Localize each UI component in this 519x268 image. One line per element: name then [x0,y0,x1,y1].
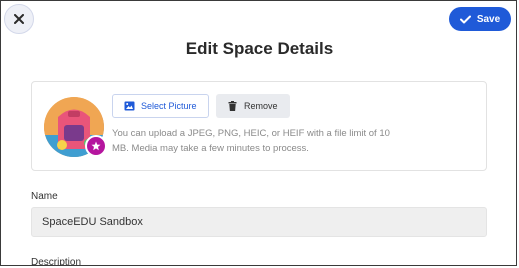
close-button[interactable] [4,4,34,34]
edit-space-dialog: Save Edit Space Details Select Picture R… [0,0,517,266]
page-title: Edit Space Details [185,39,334,58]
remove-button[interactable]: Remove [216,94,290,118]
image-icon [124,101,135,111]
picture-card: Select Picture Remove You can upload a J… [31,81,487,171]
description-label: Description [31,257,82,266]
select-picture-label: Select Picture [141,101,197,111]
star-badge [85,135,107,157]
upload-helper-text: You can upload a JPEG, PNG, HEIC, or HEI… [112,128,390,154]
trash-icon [228,101,237,111]
save-button-label: Save [476,13,501,25]
name-label: Name [31,191,58,202]
remove-label: Remove [244,101,278,111]
star-icon [91,141,101,151]
check-icon [459,15,471,23]
close-icon [14,14,24,24]
save-button[interactable]: Save [449,7,511,31]
select-picture-button[interactable]: Select Picture [112,94,209,118]
name-input[interactable] [31,207,487,237]
